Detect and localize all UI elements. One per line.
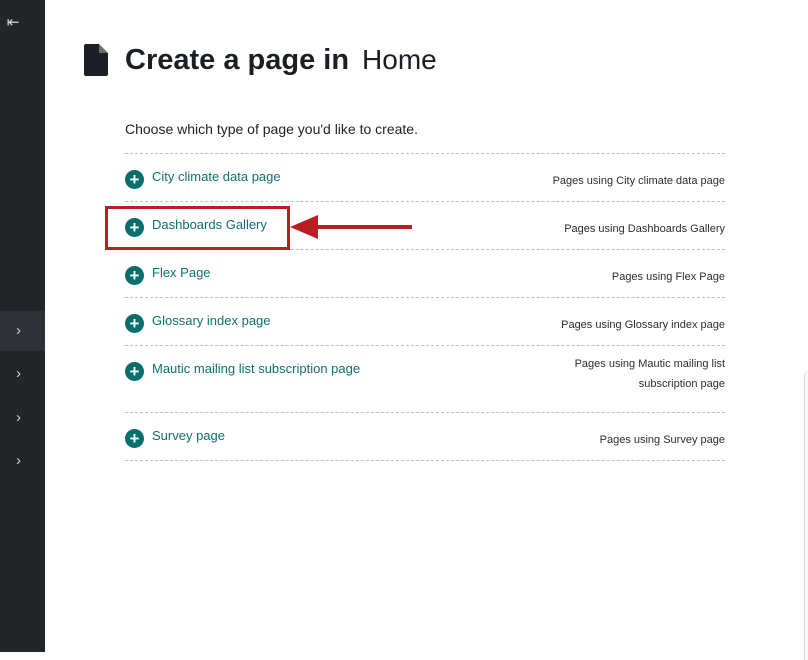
page-type-list: + City climate data page Pages using Cit… (125, 153, 725, 461)
page-type-link[interactable]: Survey page (152, 428, 225, 443)
page-type-usage-link[interactable]: Pages using Survey page (535, 430, 725, 450)
list-item: + Flex Page Pages using Flex Page (125, 250, 725, 298)
chevron-right-icon: › (16, 452, 21, 469)
page-title-site: Home (362, 44, 437, 75)
plus-circle-icon[interactable]: + (125, 170, 144, 189)
annotation-highlight-box (105, 206, 290, 250)
page-type-link[interactable]: Flex Page (152, 265, 211, 280)
collapse-sidebar-icon[interactable]: ⇤ (4, 14, 22, 32)
page-type-usage-link[interactable]: Pages using Glossary index page (535, 315, 725, 335)
chevron-right-icon: › (16, 409, 21, 426)
sidebar-expand-3[interactable]: › (0, 398, 45, 438)
page-type-link[interactable]: Glossary index page (152, 313, 271, 328)
plus-circle-icon[interactable]: + (125, 362, 144, 381)
page-type-usage-link[interactable]: Pages using Mautic mailing list subscrip… (550, 354, 725, 394)
list-item: + Mautic mailing list subscription page … (125, 346, 725, 413)
page-type-usage-link[interactable]: Pages using Flex Page (535, 267, 725, 287)
plus-circle-icon[interactable]: + (125, 266, 144, 285)
sidebar-expand-2[interactable]: › (0, 354, 45, 394)
page-title-main: Create a page in (125, 43, 350, 76)
list-item: + Glossary index page Pages using Glossa… (125, 298, 725, 346)
sidebar-expand-1[interactable]: › (0, 311, 45, 351)
intro-text: Choose which type of page you'd like to … (125, 121, 418, 137)
sidebar-expand-4[interactable]: › (0, 441, 45, 481)
page-type-usage-link[interactable]: Pages using Dashboards Gallery (535, 219, 725, 239)
page-type-link[interactable]: City climate data page (152, 169, 281, 184)
sidebar: ⇤ › › › › (0, 0, 45, 652)
plus-circle-icon[interactable]: + (125, 429, 144, 448)
page-type-usage-link[interactable]: Pages using City climate data page (535, 171, 725, 191)
document-icon (84, 44, 108, 76)
list-item: + City climate data page Pages using Cit… (125, 154, 725, 202)
chevron-right-icon: › (16, 322, 21, 339)
list-item: + Survey page Pages using Survey page (125, 413, 725, 461)
chevron-right-icon: › (16, 365, 21, 382)
page-title: Create a page in Home (84, 40, 437, 80)
annotation-arrow-icon (290, 215, 412, 239)
plus-circle-icon[interactable]: + (125, 314, 144, 333)
side-panel-edge (804, 370, 808, 660)
page-type-link[interactable]: Mautic mailing list subscription page (152, 361, 360, 376)
